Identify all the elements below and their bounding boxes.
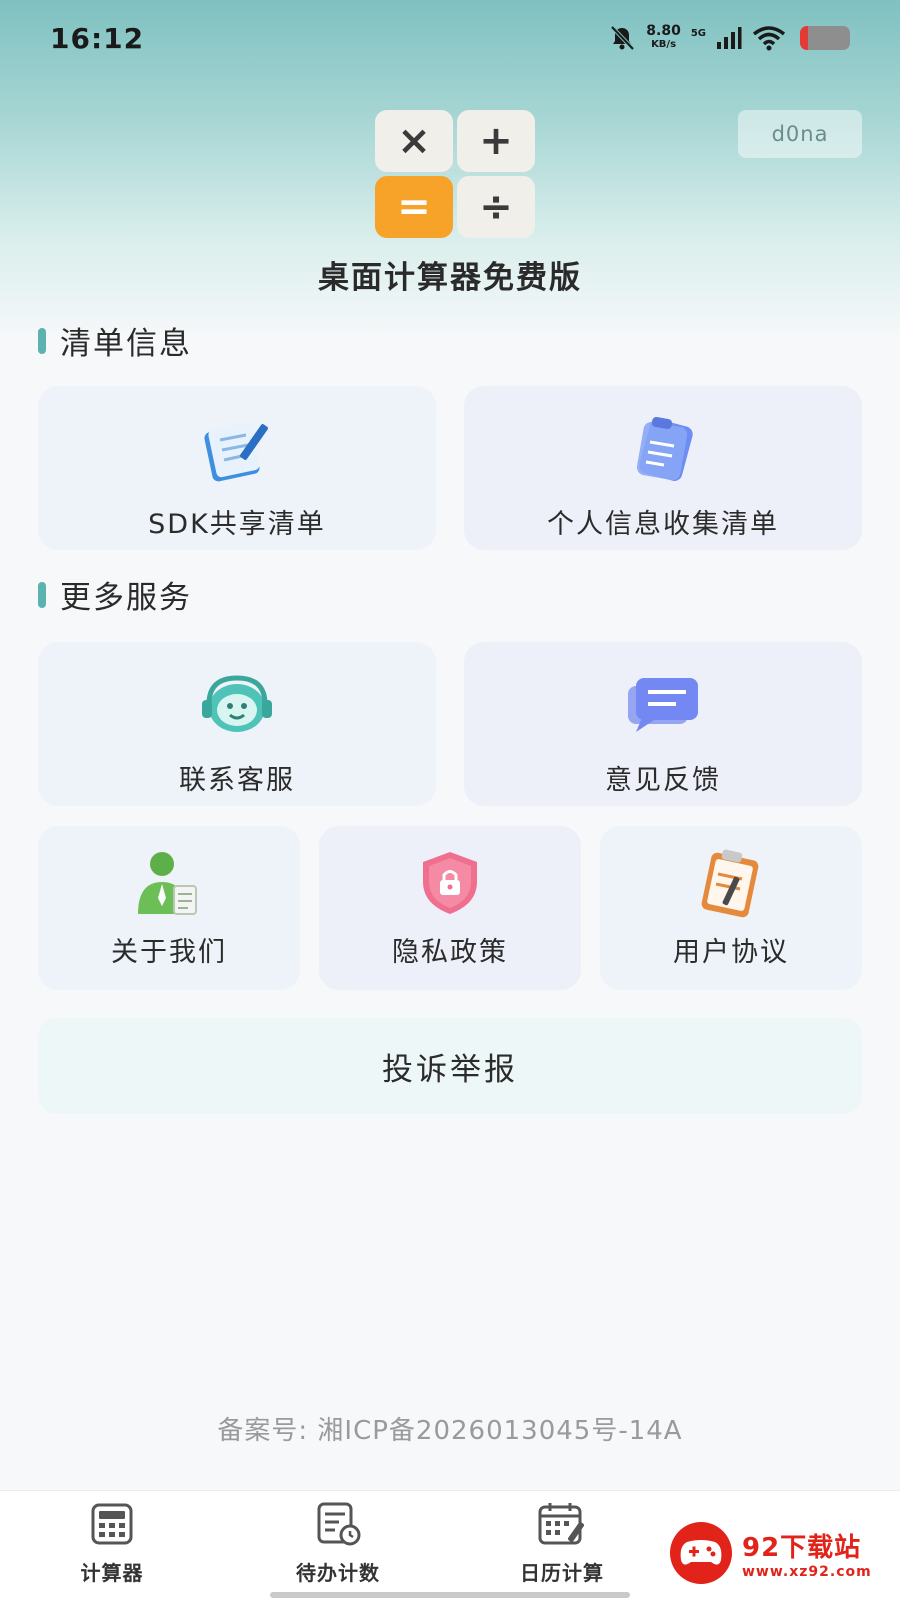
app-title: 桌面计算器免费版 bbox=[318, 260, 582, 296]
network-speed: 8.80 KB/s bbox=[646, 23, 681, 50]
calendar-pen-icon bbox=[537, 1499, 587, 1549]
personal-info-list-card[interactable]: 个人信息收集清单 bbox=[464, 386, 862, 550]
home-indicator[interactable] bbox=[270, 1592, 630, 1598]
battery-icon bbox=[800, 26, 850, 50]
status-bar: 16:12 8.80 KB/s 5G bbox=[0, 0, 900, 76]
network-type: 5G bbox=[690, 28, 706, 39]
section-accent-bar bbox=[38, 581, 46, 608]
tab-todo-count[interactable]: 待办计数 bbox=[268, 1499, 408, 1595]
person-document-icon bbox=[128, 848, 210, 918]
watermark-text: 92下载站 www.xz92.com bbox=[742, 1532, 872, 1580]
shield-lock-icon bbox=[409, 848, 491, 918]
complaint-report-button[interactable]: 投诉举报 bbox=[38, 1018, 862, 1114]
logo-key-divide: ÷ bbox=[457, 176, 535, 238]
clipboard-document-icon bbox=[622, 414, 704, 484]
notepad-pen-icon bbox=[196, 414, 278, 484]
section-title-more-services: 更多服务 bbox=[38, 572, 192, 617]
clipboard-pen-icon bbox=[690, 848, 772, 918]
status-icons: 8.80 KB/s 5G bbox=[608, 24, 850, 52]
user-chip[interactable]: d0na bbox=[738, 110, 862, 158]
calculator-icon bbox=[87, 1499, 137, 1549]
logo-key-equals: = bbox=[375, 176, 453, 238]
privacy-policy-card[interactable]: 隐私政策 bbox=[319, 826, 581, 990]
bell-muted-icon bbox=[610, 25, 635, 51]
gamepad-logo-icon bbox=[670, 1522, 732, 1584]
about-us-card[interactable]: 关于我们 bbox=[38, 826, 300, 990]
section-title-list-info: 清单信息 bbox=[38, 318, 192, 363]
todo-clock-icon bbox=[313, 1499, 363, 1549]
chat-bubble-icon bbox=[622, 670, 704, 740]
tab-calendar-calc[interactable]: 日历计算 bbox=[492, 1499, 632, 1595]
app-logo: × + = ÷ bbox=[375, 110, 535, 238]
contact-support-card[interactable]: 联系客服 bbox=[38, 642, 436, 806]
section-accent-bar bbox=[38, 327, 46, 354]
feedback-card[interactable]: 意见反馈 bbox=[464, 642, 862, 806]
watermark: 92下载站 www.xz92.com bbox=[648, 1506, 900, 1600]
headset-robot-icon bbox=[196, 670, 278, 740]
signal-icon bbox=[717, 27, 742, 49]
icp-record: 备案号: 湘ICP备2026013045号-14A bbox=[217, 1416, 683, 1446]
wifi-icon bbox=[752, 26, 786, 51]
status-time: 16:12 bbox=[50, 21, 145, 55]
user-agreement-card[interactable]: 用户协议 bbox=[600, 826, 862, 990]
logo-key-plus: + bbox=[457, 110, 535, 172]
sdk-share-list-card[interactable]: SDK共享清单 bbox=[38, 386, 436, 550]
logo-key-multiply: × bbox=[375, 110, 453, 172]
tab-calculator[interactable]: 计算器 bbox=[42, 1499, 182, 1595]
